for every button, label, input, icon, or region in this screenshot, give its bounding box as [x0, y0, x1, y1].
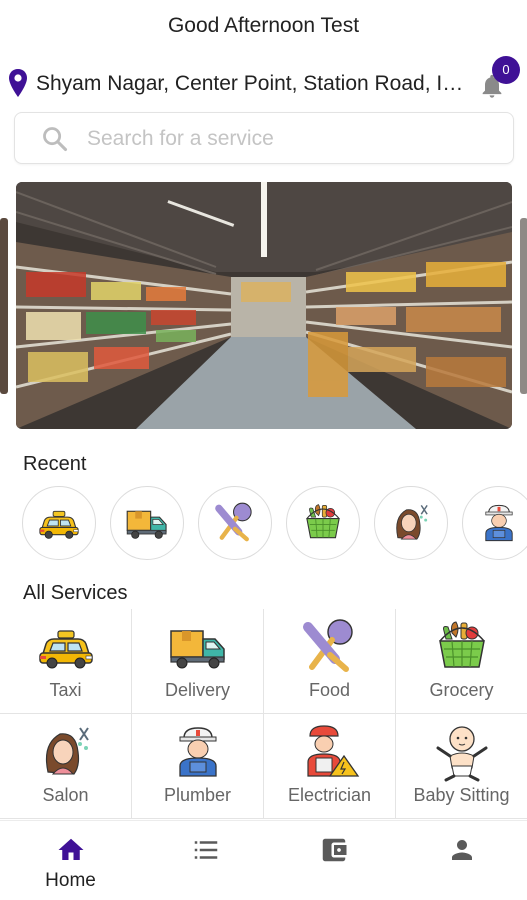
service-label: Baby Sitting — [413, 785, 510, 805]
recent-item-grocery[interactable] — [286, 486, 360, 560]
delivery-truck-icon — [126, 510, 167, 539]
grocery-basket-icon — [439, 621, 485, 668]
search-icon — [43, 127, 68, 152]
service-label: Salon — [42, 785, 89, 805]
service-taxi[interactable]: Taxi — [0, 609, 132, 714]
location-pin-icon — [9, 69, 27, 97]
nav-item-profile[interactable] — [396, 821, 527, 900]
services-grid: Taxi Delivery Food Grocery Salon Plumber… — [0, 609, 527, 819]
service-plumber[interactable]: Plumber — [132, 714, 264, 819]
nav-item-home[interactable]: Home — [5, 821, 136, 900]
list-icon — [194, 841, 218, 859]
location-bar[interactable]: Shyam Nagar, Center Point, Station Road,… — [8, 56, 522, 104]
salon-icon — [45, 727, 89, 775]
salon-icon — [395, 504, 428, 540]
plumber-icon — [485, 504, 513, 542]
delivery-truck-icon — [170, 630, 225, 669]
recent-item-delivery[interactable] — [110, 486, 184, 560]
service-electrician[interactable]: Electrician — [264, 714, 396, 819]
nav-label-home: Home — [45, 870, 96, 891]
electrician-icon — [307, 725, 359, 777]
search-bar[interactable] — [14, 112, 514, 164]
service-grocery[interactable]: Grocery — [396, 609, 527, 714]
recent-item-taxi[interactable] — [22, 486, 96, 560]
bottom-navigation: Home — [0, 820, 527, 900]
carousel-prev-slide[interactable] — [0, 218, 8, 394]
profile-icon — [452, 840, 472, 860]
service-label: Delivery — [164, 680, 230, 700]
recent-section-title: Recent — [23, 453, 87, 475]
home-icon — [58, 838, 84, 860]
taxi-icon — [39, 510, 79, 539]
notification-count-badge: 0 — [492, 56, 520, 84]
nav-item-wallet[interactable] — [268, 821, 399, 900]
carousel-next-slide[interactable] — [520, 218, 527, 394]
food-icon — [213, 501, 257, 545]
recent-services-list[interactable] — [22, 486, 527, 562]
location-address: Shyam Nagar, Center Point, Station Road,… — [36, 72, 470, 95]
service-label: Food — [308, 680, 351, 700]
service-label: Taxi — [49, 680, 82, 700]
food-icon — [300, 617, 360, 677]
wallet-icon — [322, 838, 347, 862]
supermarket-aisle-image — [16, 182, 512, 429]
all-services-title: All Services — [23, 582, 128, 604]
service-salon[interactable]: Salon — [0, 714, 132, 819]
service-label: Plumber — [163, 785, 232, 805]
service-baby-sitting[interactable]: Baby Sitting — [396, 714, 527, 819]
service-label: Electrician — [287, 785, 372, 805]
plumber-icon — [179, 727, 217, 777]
recent-item-plumber[interactable] — [462, 486, 527, 560]
taxi-icon — [39, 630, 93, 669]
service-delivery[interactable]: Delivery — [132, 609, 264, 714]
page-title: Good Afternoon Test — [167, 14, 360, 37]
recent-item-salon[interactable] — [374, 486, 448, 560]
baby-sitting-icon — [436, 725, 488, 782]
grocery-basket-icon — [306, 504, 340, 539]
nav-item-list[interactable] — [140, 821, 271, 900]
search-input[interactable] — [87, 124, 487, 154]
recent-item-food[interactable] — [198, 486, 272, 560]
promo-banner-supermarket[interactable] — [16, 182, 512, 429]
service-food[interactable]: Food — [264, 609, 396, 714]
service-label: Grocery — [429, 680, 494, 700]
notifications-button[interactable]: 0 — [476, 56, 522, 102]
